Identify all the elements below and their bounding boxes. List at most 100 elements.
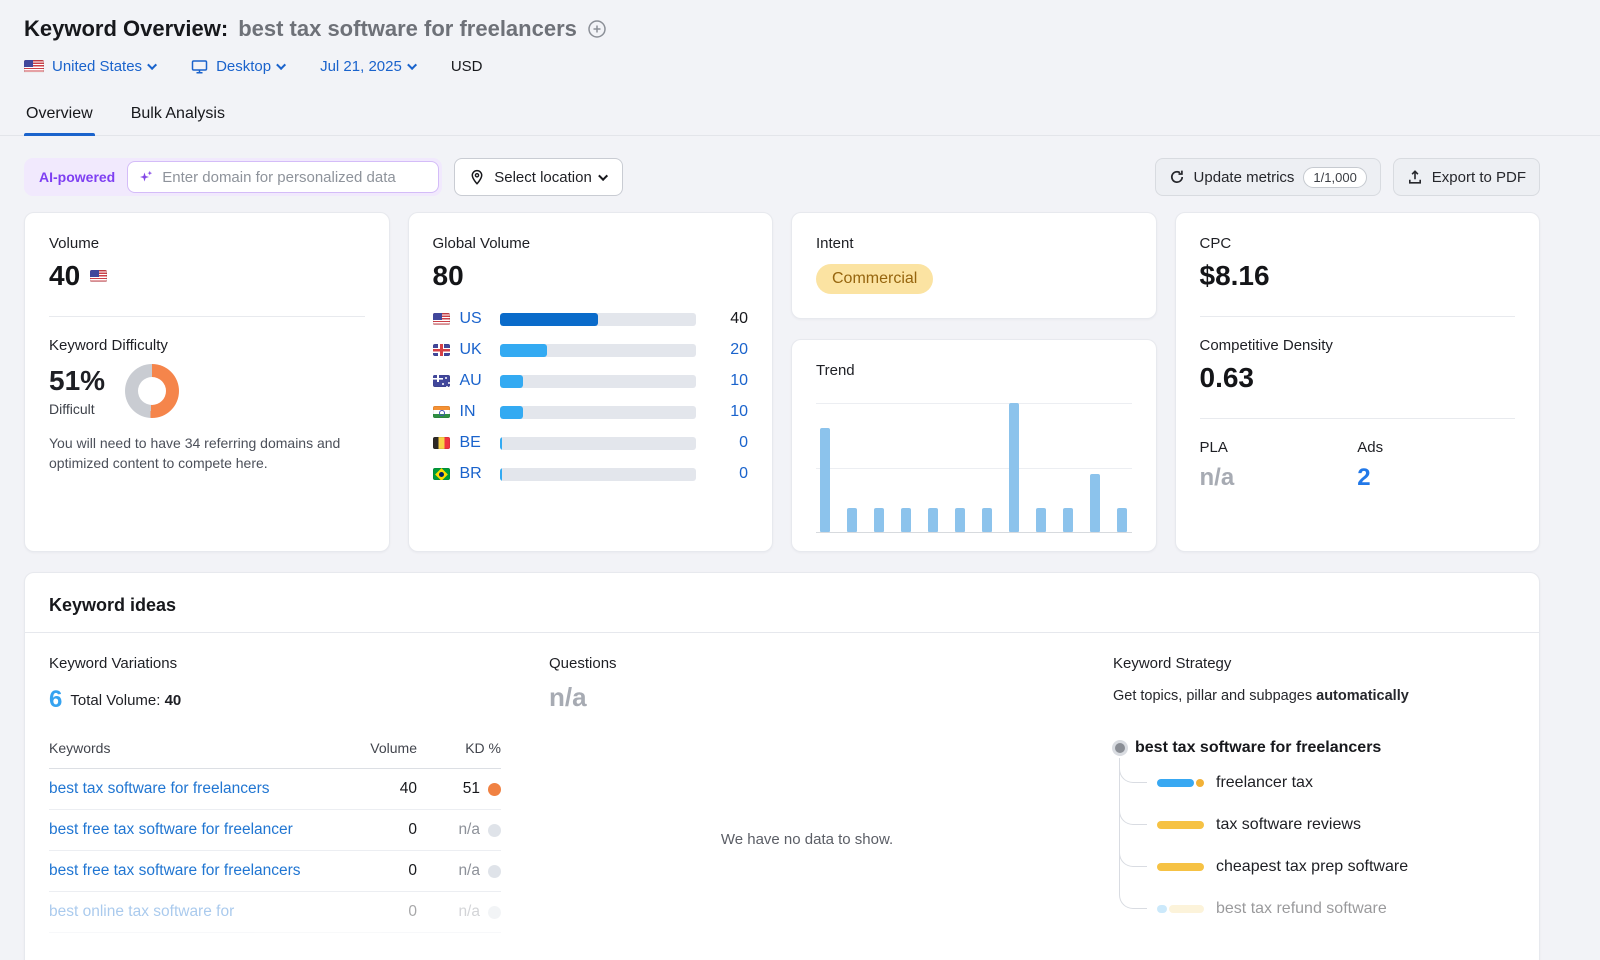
tree-child-label: freelancer tax <box>1216 774 1313 792</box>
global-volume-card: Global Volume 80 US 40 UK 20 AU <box>408 212 774 552</box>
table-row: best free tax software for freelancer 0 … <box>49 810 501 851</box>
volume-bar <box>500 375 697 388</box>
column-header-volume: Volume <box>355 740 417 756</box>
topic-pill <box>1157 821 1204 829</box>
device-selector[interactable]: Desktop <box>191 58 286 75</box>
global-volume-row: BE 0 <box>433 432 749 454</box>
global-volume-total: 80 <box>433 260 749 292</box>
trend-bar <box>1036 508 1046 533</box>
table-row: best online tax software for 0 n/a <box>49 892 501 933</box>
us-flag-icon <box>433 313 450 325</box>
cpc-label: CPC <box>1200 235 1516 252</box>
trend-bar <box>820 428 830 532</box>
keyword-strategy-section: Keyword Strategy Get topics, pillar and … <box>1113 655 1515 933</box>
global-volume-row: AU 10 <box>433 370 749 392</box>
trend-bar <box>982 508 992 533</box>
tree-child-label: cheapest tax prep software <box>1216 858 1408 876</box>
trend-bar <box>847 508 857 533</box>
keyword-ideas-card: Keyword ideas Keyword Variations 6 Total… <box>24 572 1540 960</box>
no-data-message: We have no data to show. <box>549 831 1065 848</box>
volume-bar <box>500 437 697 450</box>
country-code: BE <box>460 434 490 452</box>
country-selector-label: United States <box>52 58 142 75</box>
country-volume: 0 <box>706 434 748 452</box>
volume-bar <box>500 406 697 419</box>
toolbar: AI-powered Select location <box>24 158 1540 196</box>
country-selector[interactable]: United States <box>24 58 157 75</box>
chevron-down-icon <box>407 60 417 70</box>
add-keyword-icon[interactable] <box>587 19 607 39</box>
questions-label: Questions <box>549 655 1065 672</box>
trend-bar <box>901 508 911 533</box>
global-volume-row: BR 0 <box>433 463 749 485</box>
kd-label: Keyword Difficulty <box>49 337 365 354</box>
monitor-icon <box>191 59 208 75</box>
ads-value: 2 <box>1357 464 1383 492</box>
page-title-keyword: best tax software for freelancers <box>238 16 577 42</box>
keyword-link[interactable]: best free tax software for freelancers <box>49 862 355 880</box>
tree-root-label: best tax software for freelancers <box>1135 739 1381 757</box>
in-flag-icon <box>433 406 450 418</box>
tree-child: freelancer tax <box>1113 762 1515 804</box>
page-header: Keyword Overview: best tax software for … <box>0 0 1600 75</box>
br-flag-icon <box>433 468 450 480</box>
keyword-link[interactable]: best tax software for freelancers <box>49 780 355 798</box>
volume-bar <box>500 468 697 481</box>
keyword-link[interactable]: best online tax software for <box>49 903 355 921</box>
export-pdf-button[interactable]: Export to PDF <box>1393 158 1540 196</box>
refresh-icon <box>1169 169 1185 185</box>
country-volume: 10 <box>706 403 748 421</box>
keyword-variations-table: Keywords Volume KD % best tax software f… <box>49 740 501 933</box>
kd-donut-chart <box>125 364 179 418</box>
global-volume-row: US 40 <box>433 308 749 330</box>
competitive-density-value: 0.63 <box>1200 362 1516 394</box>
column-header-kd: KD % <box>417 740 501 756</box>
device-selector-label: Desktop <box>216 58 271 75</box>
kd-level: Difficult <box>49 401 105 417</box>
tab-overview[interactable]: Overview <box>24 95 95 135</box>
questions-section: Questions n/a We have no data to show. <box>549 655 1065 933</box>
cpc-value: $8.16 <box>1200 260 1516 292</box>
country-volume: 20 <box>706 341 748 359</box>
tree-root-dot <box>1115 743 1125 753</box>
update-quota-badge: 1/1,000 <box>1303 167 1366 188</box>
update-metrics-button[interactable]: Update metrics 1/1,000 <box>1155 158 1381 196</box>
variations-total: Total Volume: 40 <box>70 692 181 709</box>
chart-baseline <box>816 532 1132 533</box>
trend-bar <box>1090 474 1100 532</box>
au-flag-icon <box>433 375 450 387</box>
tree-child: tax software reviews <box>1113 804 1515 846</box>
chevron-down-icon <box>598 171 608 181</box>
volume-bar <box>500 313 697 326</box>
keyword-link[interactable]: best free tax software for freelancer <box>49 821 355 839</box>
keyword-variations-label: Keyword Variations <box>49 655 501 672</box>
keyword-strategy-label: Keyword Strategy <box>1113 655 1515 672</box>
tabs-bar: Overview Bulk Analysis <box>0 95 1600 136</box>
country-code: BR <box>460 465 490 483</box>
kd-dot <box>488 824 501 837</box>
kd-dot <box>488 865 501 878</box>
keyword-variations-section: Keyword Variations 6 Total Volume: 40 Ke… <box>49 655 501 933</box>
us-flag-icon <box>90 270 107 282</box>
trend-bar <box>1009 403 1019 532</box>
volume-value: 40 <box>49 260 80 292</box>
keyword-strategy-tree: best tax software for freelancers freela… <box>1113 734 1515 930</box>
select-location-button[interactable]: Select location <box>454 158 623 196</box>
tree-child: cheapest tax prep software <box>1113 846 1515 888</box>
kd-dot <box>488 906 501 919</box>
country-code: AU <box>460 372 490 390</box>
page-title: Keyword Overview: <box>24 16 228 42</box>
kd-note: You will need to have 34 referring domai… <box>49 434 365 474</box>
sparkles-icon <box>138 169 154 185</box>
date-selector-label: Jul 21, 2025 <box>320 58 402 75</box>
domain-input[interactable] <box>162 169 428 186</box>
country-volume: 10 <box>706 372 748 390</box>
trend-bar <box>1117 508 1127 533</box>
chevron-down-icon <box>276 60 286 70</box>
country-code: US <box>460 310 490 328</box>
tree-connector <box>1119 758 1147 909</box>
date-selector[interactable]: Jul 21, 2025 <box>320 58 417 75</box>
tab-bulk-analysis[interactable]: Bulk Analysis <box>129 95 227 135</box>
ai-powered-badge: AI-powered <box>27 169 127 185</box>
domain-input-wrap <box>127 161 439 193</box>
